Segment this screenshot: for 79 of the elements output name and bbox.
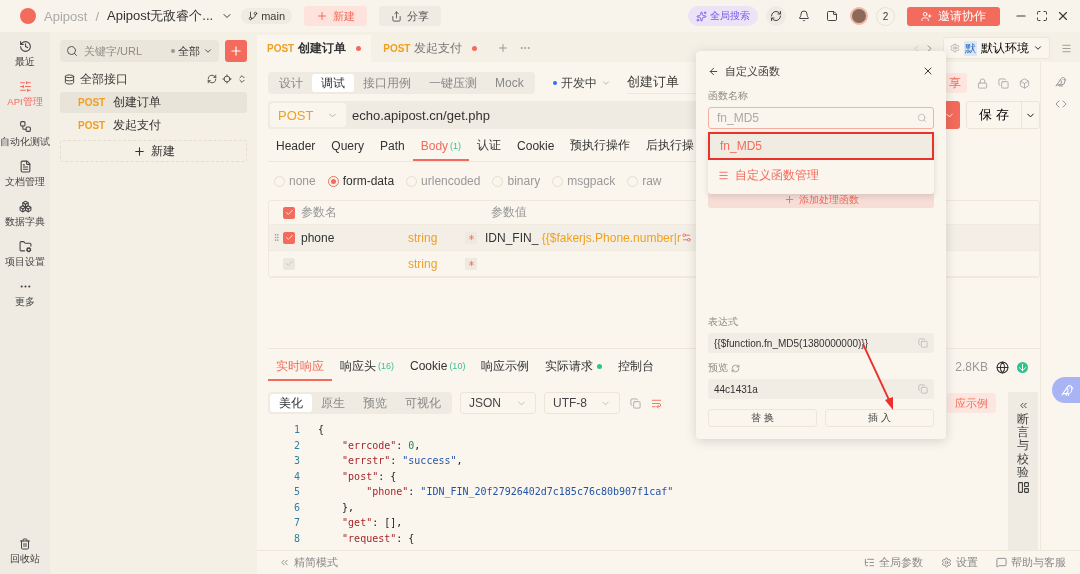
code-line: "request": { (341, 532, 415, 544)
body-tab[interactable]: Query (323, 132, 373, 161)
body-tab[interactable]: Path (372, 132, 413, 161)
view-tab[interactable]: 美化 (270, 394, 312, 412)
footer-link[interactable]: 帮助与客服 (996, 555, 1066, 570)
mode-tab[interactable]: 调试 (312, 74, 354, 92)
footer-link[interactable]: 全局参数 (864, 555, 923, 570)
param-name[interactable]: phone (301, 230, 408, 245)
line-number: 8 (292, 532, 301, 544)
line-number: 7 (292, 517, 301, 529)
popup-button[interactable]: 插 入 (825, 409, 934, 427)
code-line: { (318, 424, 325, 436)
assertion-label: 断言与校验 (1017, 413, 1029, 479)
footer-link[interactable]: 设置 (941, 555, 978, 570)
line-number: 4 (292, 470, 301, 482)
rail-item[interactable]: 数据字典 (5, 200, 45, 229)
code-line: "phone": "IDN_FIN_20f27926402d7c185c76c80b907f1caf" (365, 486, 674, 498)
body-tab[interactable]: Header (268, 132, 324, 161)
response-tab[interactable]: 响应示例 (473, 353, 538, 381)
response-tab[interactable]: 控制台 (610, 353, 663, 381)
param-value[interactable]: IDN_FIN_ {{$fakerjs.Phone.number|r (485, 230, 681, 245)
field-label: 预览 (708, 361, 728, 375)
line-number: 5 (292, 486, 301, 498)
request-tab[interactable]: POST 创建订单 (257, 35, 372, 62)
body-tab[interactable]: Cookie (509, 132, 563, 161)
request-url[interactable]: echo.apipost.cn/get.php (352, 107, 491, 123)
expression-field[interactable]: {{$function.fn_MD5(1380000000)}} (708, 333, 934, 353)
body-tab[interactable]: 预执行操作 (562, 132, 639, 161)
preview-field[interactable]: 44c1431a (708, 379, 934, 399)
tree-root[interactable]: 全部接口 (80, 70, 128, 88)
response-tab[interactable]: Cookie (10) (402, 353, 474, 381)
breadcrumb-separator: / (95, 8, 99, 24)
popup-button[interactable]: 替 换 (708, 409, 817, 427)
column-header: 参数值 (491, 204, 528, 221)
assertion-panel[interactable]: 断言与校验 (1008, 392, 1038, 550)
project-name[interactable]: Apipost无敌睿个... (107, 7, 214, 25)
body-tab[interactable]: 认证 (469, 132, 510, 161)
search-field[interactable]: 关键字/URL (82, 44, 162, 58)
save-button[interactable]: 保 存 (966, 101, 1040, 129)
share-button[interactable]: 分享 (379, 6, 442, 26)
rail-item[interactable]: 自动化测试 (0, 120, 50, 149)
endpoint-item[interactable]: POST 发起支付 (60, 115, 247, 136)
code-line: "post": { (341, 470, 397, 482)
code-line: "get": [], (341, 517, 403, 529)
line-number: 3 (292, 455, 301, 467)
environment-select[interactable]: 默 默认环境 (943, 37, 1050, 59)
status-select[interactable]: 开发中 (546, 73, 617, 93)
search-bar[interactable]: 关键字/URL 全部 (60, 40, 219, 62)
rail-item[interactable]: 文档管理 (5, 160, 45, 189)
new-endpoint-button[interactable]: 新建 (60, 140, 247, 162)
rail-item[interactable]: 更多 (15, 280, 35, 309)
request-tab[interactable]: POST 发起支付 (373, 35, 488, 62)
code-line: }, (341, 501, 355, 513)
filter-select[interactable]: 全部 (171, 43, 213, 59)
trash-item[interactable]: 回收站 (10, 538, 40, 566)
line-number: 6 (292, 501, 301, 513)
rail-item[interactable]: 最近 (15, 40, 35, 69)
response-tab[interactable]: 响应头 (16) (332, 353, 402, 381)
line-number: 2 (292, 439, 301, 451)
compact-mode-button[interactable]: 精简模式 (279, 555, 338, 570)
response-size: 2.8KB (955, 360, 988, 374)
function-name-field[interactable]: fn_MD5 (715, 110, 917, 126)
popup-title: 自定义函数 (725, 63, 780, 79)
format-select[interactable]: JSON (460, 392, 536, 414)
global-search-button[interactable]: 全局搜索 (688, 6, 758, 26)
search-box[interactable]: fn_MD5 (708, 107, 934, 129)
branch-badge[interactable]: main (241, 8, 293, 24)
code-line: "errcode": 0, (341, 439, 421, 451)
rail-item[interactable]: 项目设置 (5, 240, 45, 269)
field-label: 表达式 (708, 315, 739, 329)
response-tab[interactable]: 实际请求 (537, 353, 611, 381)
body-tab[interactable]: 后执行操 (638, 132, 703, 161)
column-header: 参数名 (301, 204, 338, 221)
body-type-radio[interactable]: form-data (321, 174, 401, 188)
code-line: "errstr": "success", (341, 455, 463, 467)
app-name: Apipost (44, 8, 88, 24)
line-number: 1 (292, 424, 301, 436)
encoding-select[interactable]: UTF-8 (544, 392, 620, 414)
endpoint-item[interactable]: POST 创建订单 (60, 92, 247, 113)
